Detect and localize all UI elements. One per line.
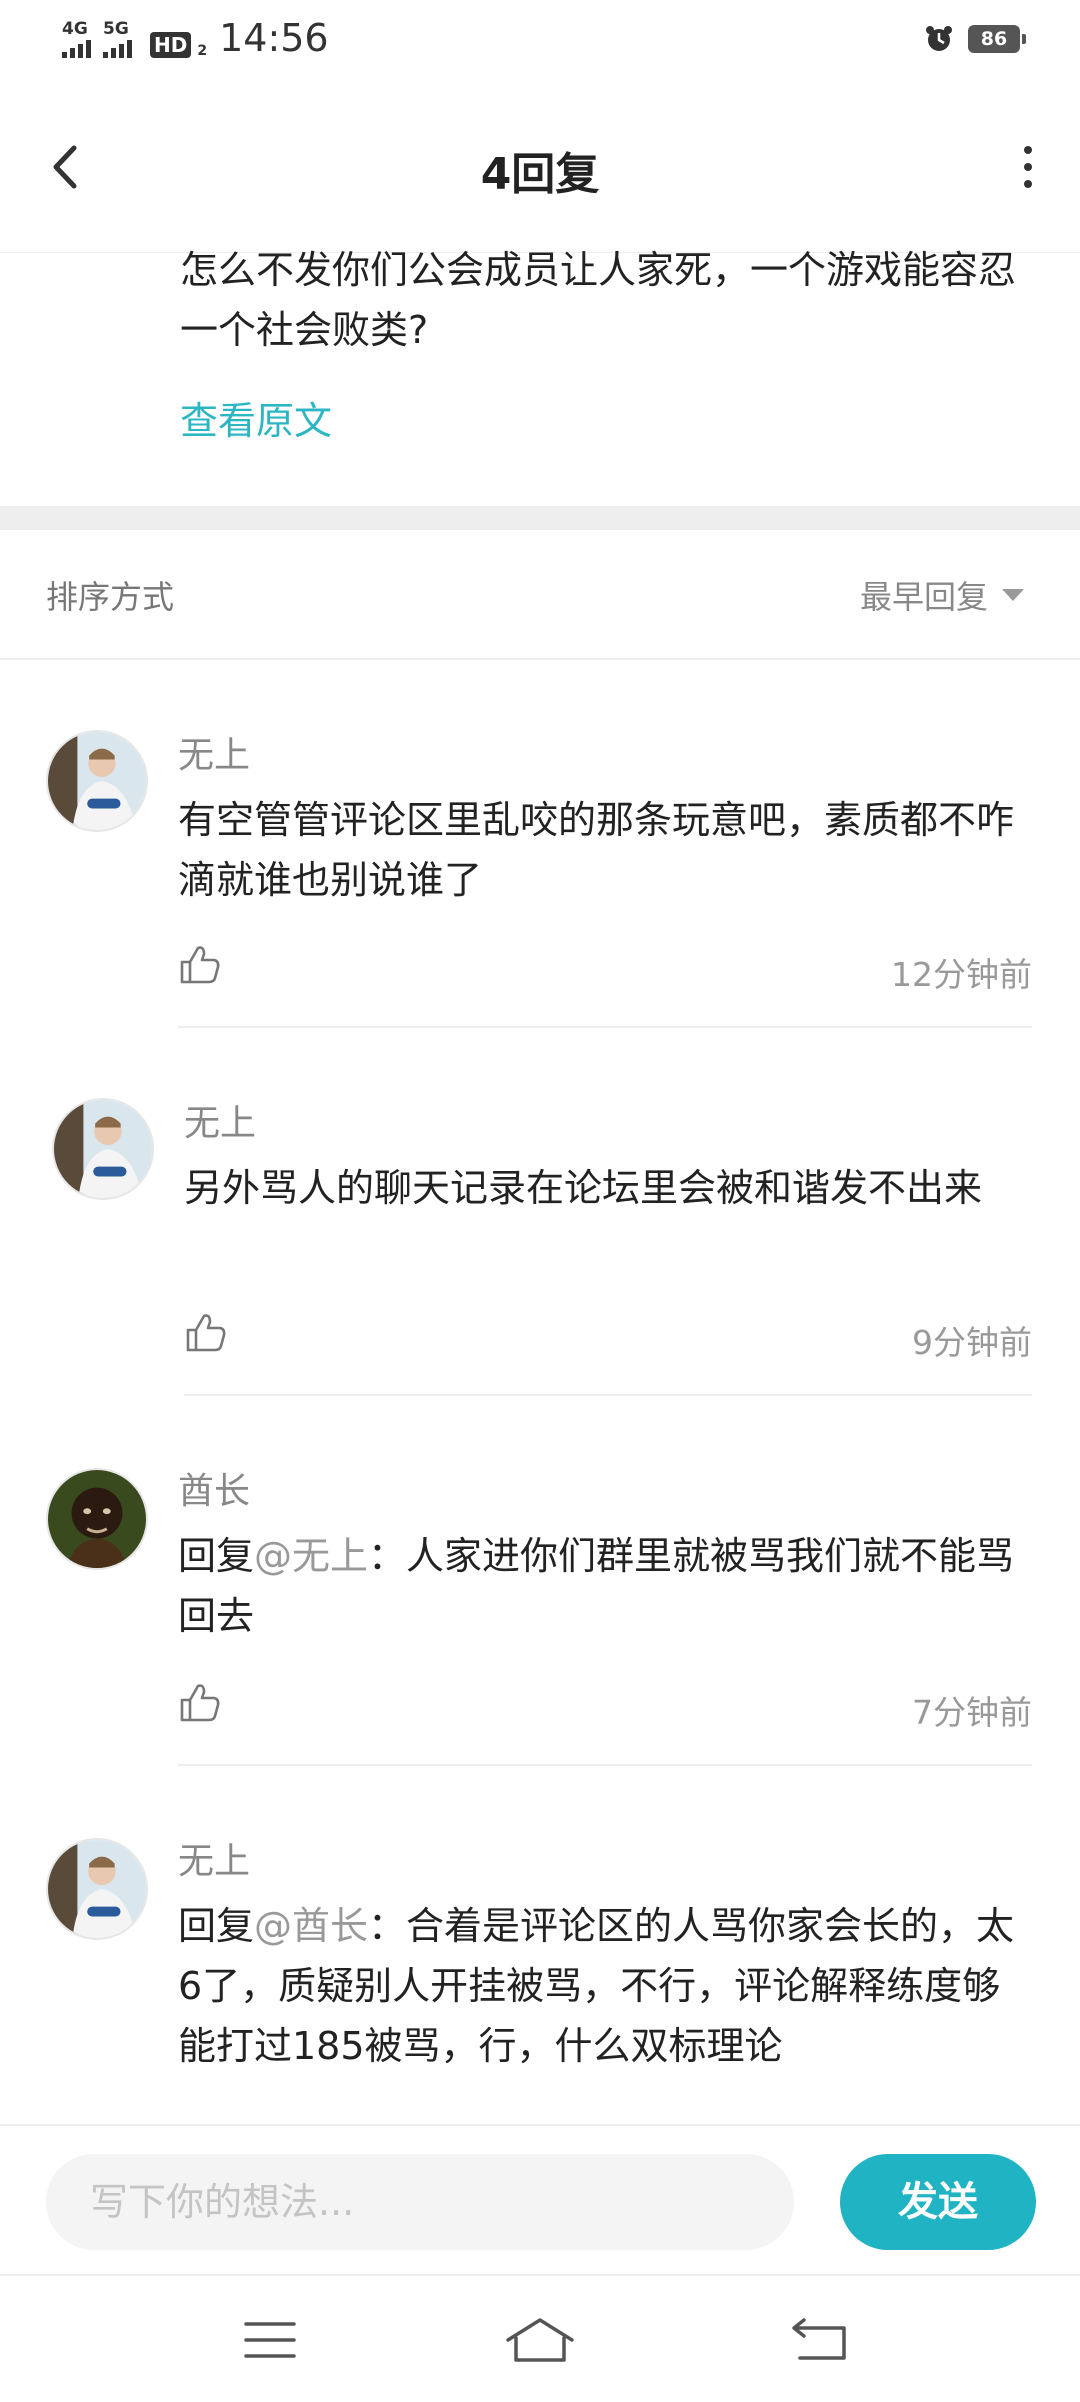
more-options-icon[interactable] — [1008, 134, 1048, 200]
comment-item: 无上 回复@酋长：合着是评论区的人骂你家会长的，太6了，质疑别人开挂被骂，不行，… — [0, 1806, 1080, 2124]
reply-bar: 发送 — [0, 2124, 1080, 2276]
comment-time: 12分钟前 — [891, 955, 1032, 994]
comment-item: 无上 有空管管评论区里乱咬的那条玩意吧，素质都不咋滴就谁也别说谁了 12分钟前 — [0, 700, 1080, 1030]
original-post-text: 怎么不发你们公会成员让人家死，一个游戏能容忍一个社会败类? — [180, 248, 1017, 352]
comment-author[interactable]: 酋长 — [178, 1462, 250, 1514]
system-nav-bar — [0, 2274, 1080, 2402]
status-left: 4G 5G HD 2 14:56 — [62, 18, 329, 58]
comment-text: 有空管管评论区里乱咬的那条玩意吧，素质都不咋滴就谁也别说谁了 — [178, 790, 1038, 910]
dark-portrait-icon — [48, 1470, 146, 1568]
home-icon[interactable] — [500, 2312, 580, 2368]
mention-link[interactable]: @无上 — [254, 1534, 368, 1578]
signal-4g: 4G — [62, 21, 91, 58]
network-type-label: 4G — [62, 19, 88, 39]
comment-text: 另外骂人的聊天记录在论坛里会被和谐发不出来 — [184, 1158, 1038, 1218]
page-title: 4回复 — [480, 149, 600, 200]
avatar[interactable] — [52, 1098, 154, 1200]
section-divider — [0, 506, 1080, 530]
avatar[interactable] — [46, 1838, 148, 1940]
send-button[interactable]: 发送 — [840, 2154, 1036, 2250]
view-original-link[interactable]: 查看原文 — [180, 390, 332, 445]
comment-body: 有空管管评论区里乱咬的那条玩意吧，素质都不咋滴就谁也别说谁了 — [178, 798, 1015, 902]
comment-separator — [178, 1026, 1032, 1028]
comment-author[interactable]: 无上 — [178, 1832, 250, 1884]
hd-badge: HD — [150, 32, 192, 58]
battery-icon: 86 — [968, 25, 1026, 53]
network-type-label: 5G — [103, 19, 129, 39]
mention-link[interactable]: @酋长 — [254, 1904, 368, 1948]
status-time: 14:56 — [219, 16, 329, 60]
signal-bars-icon — [103, 38, 132, 58]
thumbs-up-icon[interactable] — [176, 940, 224, 988]
comment-item: 无上 另外骂人的聊天记录在论坛里会被和谐发不出来 9分钟前 — [0, 1068, 1080, 1398]
back-nav-icon[interactable] — [782, 2312, 862, 2368]
sort-label: 排序方式 — [46, 578, 175, 616]
person-photo-icon — [48, 732, 146, 830]
dropdown-triangle-icon — [1002, 589, 1024, 601]
comment-author[interactable]: 无上 — [178, 726, 250, 778]
comment-time: 7分钟前 — [912, 1693, 1032, 1732]
avatar[interactable] — [46, 1468, 148, 1570]
status-bar: 4G 5G HD 2 14:56 86 — [0, 0, 1080, 84]
comment-author[interactable]: 无上 — [184, 1094, 256, 1146]
alarm-icon — [926, 26, 952, 51]
hd-sub-label: 2 — [197, 43, 208, 59]
app-header: 4回复 — [0, 84, 1080, 253]
comment-item: 酋长 回复@无上：人家进你们群里就被骂我们就不能骂回去 7分钟前 — [0, 1438, 1080, 1768]
thumbs-up-icon[interactable] — [176, 1678, 224, 1726]
comment-body: 另外骂人的聊天记录在论坛里会被和谐发不出来 — [184, 1166, 983, 1210]
status-right: 86 — [924, 24, 1026, 54]
avatar[interactable] — [46, 730, 148, 832]
reply-prefix: 回复 — [178, 1534, 255, 1578]
signal-bars-icon — [62, 38, 91, 58]
menu-icon[interactable] — [232, 2312, 312, 2368]
comment-separator — [184, 1394, 1032, 1396]
reply-input[interactable] — [46, 2154, 794, 2250]
person-photo-icon — [54, 1100, 152, 1198]
signal-5g: 5G — [103, 21, 132, 58]
sort-dropdown[interactable]: 最早回复 — [860, 572, 1024, 618]
comment-time: 9分钟前 — [912, 1323, 1032, 1362]
comment-separator — [178, 1764, 1032, 1766]
reply-prefix: 回复 — [178, 1904, 255, 1948]
thumbs-up-icon[interactable] — [182, 1308, 230, 1356]
comment-text: 回复@酋长：合着是评论区的人骂你家会长的，太6了，质疑别人开挂被骂，不行，评论解… — [178, 1896, 1018, 2076]
comment-text: 回复@无上：人家进你们群里就被骂我们就不能骂回去 — [178, 1526, 1038, 1646]
sort-value: 最早回复 — [859, 578, 988, 616]
person-photo-icon — [48, 1840, 146, 1938]
sort-row: 排序方式 最早回复 — [0, 530, 1080, 660]
